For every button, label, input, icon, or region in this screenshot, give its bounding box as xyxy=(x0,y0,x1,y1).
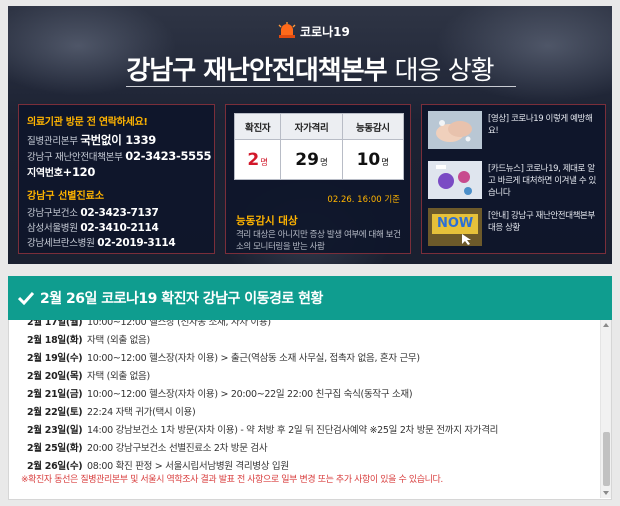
monitoring-header: 능동감시 xyxy=(341,113,405,140)
confirmed-count: 2명 xyxy=(233,139,282,180)
clinic-row: 삼성서울병원 02-3410-2114 xyxy=(27,221,206,236)
news-title: [영상] 코로나19 이렇게 예방해요! xyxy=(488,114,593,136)
list-item: 2월 19일(수) 10:00~12:00 헬스장(자차 이용) > 출근(역삼동… xyxy=(9,348,601,366)
route-list[interactable]: 2월 17일(월) 10:00~12:00 헬스장 (전자동 소재, 자차 이용)… xyxy=(9,320,601,470)
route-date: 2월 20일(목) xyxy=(27,371,83,382)
route-date: 2월 18일(화) xyxy=(27,335,83,346)
route-text: 자택 (외출 없음) xyxy=(87,371,150,382)
clinic-name: 강남구보건소 xyxy=(27,208,78,219)
title-light: 대응 상황 xyxy=(394,56,495,86)
now-thumb-icon: NOW xyxy=(428,208,482,246)
route-scrollbar[interactable] xyxy=(600,320,611,498)
title-underline xyxy=(126,86,516,87)
news-item[interactable]: [카드뉴스] 코로나19, 제대로 알고 바르게 대처하면 이겨낼 수 있습니다 xyxy=(428,161,600,201)
list-item: 2월 26일(수) 08:00 확진 판정 > 서울시립서남병원 격리병상 입원 xyxy=(9,456,601,470)
handwash-thumb-icon xyxy=(428,111,482,149)
scroll-thumb[interactable] xyxy=(603,432,610,486)
route-text: 22:24 자택 귀가(택시 이용) xyxy=(87,407,196,418)
news-item[interactable]: NOW [안내] 강남구 재난안전대책본부 대응 상황 xyxy=(428,208,600,248)
route-text: 자택 (외출 없음) xyxy=(87,335,150,346)
news-title: [안내] 강남구 재난안전대책본부 대응 상황 xyxy=(488,211,595,233)
route-title: 2월 26일 코로나19 확진자 강남구 이동경로 현황 xyxy=(40,291,323,307)
news-panel: [영상] 코로나19 이렇게 예방해요! [카드뉴스] 코로나19, 제대로 알… xyxy=(421,104,606,254)
list-item: 2월 21일(금) 10:00~12:00 헬스장(자차 이용) > 20:00~… xyxy=(9,384,601,402)
kcdc-row: 질병관리본부 국번없이 1339 xyxy=(27,133,206,149)
confirmed-header: 확진자 xyxy=(233,113,282,140)
list-item: 2월 17일(월) 10:00~12:00 헬스장 (전자동 소재, 자차 이용) xyxy=(9,320,601,330)
clinic-phone[interactable]: 02-2019-3114 xyxy=(97,237,175,249)
gangnam-label: 강남구 재난안전대책본부 xyxy=(27,152,123,163)
hero-banner: 코로나19 강남구 재난안전대책본부 대응 상황 의료기관 방문 전 연락하세요… xyxy=(8,6,612,264)
route-text: 10:00~12:00 헬스장(자차 이용) > 20:00~22일 22:00… xyxy=(87,389,413,400)
clinic-phone[interactable]: 02-3410-2114 xyxy=(80,222,158,234)
news-item[interactable]: [영상] 코로나19 이렇게 예방해요! xyxy=(428,111,600,151)
list-item: 2월 23일(일) 14:00 강남보건소 1차 방문(자차 이용) - 약 처방… xyxy=(9,420,601,438)
route-date: 2월 26일(수) xyxy=(27,461,83,470)
clinic-phone[interactable]: 02-3423-7137 xyxy=(80,207,158,219)
route-text: 14:00 강남보건소 1차 방문(자차 이용) - 약 처방 후 2일 뒤 진… xyxy=(87,425,499,436)
area-label: 지역번호 xyxy=(27,168,63,179)
monitor-title: 능동감시 대상 xyxy=(236,215,298,227)
kcdc-label: 질병관리본부 xyxy=(27,136,78,147)
route-date: 2월 21일(금) xyxy=(27,389,83,400)
now-thumb-label: NOW xyxy=(437,216,474,231)
gangnam-row: 강남구 재난안전대책본부 02-3423-5555 xyxy=(27,149,212,165)
hero-badge: 코로나19 xyxy=(300,25,350,39)
route-text: 10:00~12:00 헬스장 (전자동 소재, 자차 이용) xyxy=(87,320,271,328)
title-bold: 강남구 재난안전대책본부 xyxy=(126,56,387,86)
stats-panel: 확진자 자가격리 능동감시 2명 29명 10명 02.26. 16:00 기준… xyxy=(225,104,411,254)
list-item: 2월 20일(목) 자택 (외출 없음) xyxy=(9,366,601,384)
kcdc-phone[interactable]: 국번없이 1339 xyxy=(80,133,156,147)
quarantine-header: 자가격리 xyxy=(280,113,343,140)
clinic-row: 강남세브란스병원 02-2019-3114 xyxy=(27,236,206,251)
virus-thumb-icon xyxy=(428,161,482,199)
as-of-timestamp: 02.26. 16:00 기준 xyxy=(327,195,400,205)
scroll-up-icon[interactable] xyxy=(603,323,609,327)
route-text: 20:00 강남구보건소 선별진료소 2차 방문 검사 xyxy=(87,443,268,454)
route-header: 2월 26일 코로나19 확진자 강남구 이동경로 현황 xyxy=(8,276,612,320)
area-code: +120 xyxy=(62,165,96,179)
siren-icon xyxy=(278,22,296,38)
route-date: 2월 25일(화) xyxy=(27,443,83,454)
route-notice: ※확진자 동선은 질병관리본부 및 서울시 역학조사 결과 발표 전 사항으로 … xyxy=(21,475,443,485)
gangnam-phone[interactable]: 02-3423-5555 xyxy=(125,149,211,163)
scroll-down-icon[interactable] xyxy=(603,491,609,495)
route-date: 2월 19일(수) xyxy=(27,353,83,364)
page-title: 강남구 재난안전대책본부 대응 상황 xyxy=(8,50,612,87)
clinic-row: 강남구보건소 02-3423-7137 xyxy=(27,206,206,221)
clinic-name: 삼성서울병원 xyxy=(27,223,78,234)
route-text: 10:00~12:00 헬스장(자차 이용) > 출근(역삼동 소재 사무실, … xyxy=(87,353,420,364)
route-date: 2월 22일(토) xyxy=(27,407,83,418)
monitor-description: 격리 대상은 아니지만 증상 발생 여부에 대해 보건소의 모니터링을 받는 사… xyxy=(236,230,401,252)
list-item: 2월 22일(토) 22:24 자택 귀가(택시 이용) xyxy=(9,402,601,420)
contact-heading: 의료기관 방문 전 연락하세요! xyxy=(27,117,148,128)
list-item: 2월 18일(화) 자택 (외출 없음) xyxy=(9,330,601,348)
contact-panel: 의료기관 방문 전 연락하세요! 질병관리본부 국번없이 1339 강남구 재난… xyxy=(18,104,215,254)
route-date: 2월 17일(월) xyxy=(27,320,83,328)
clinic-name: 강남세브란스병원 xyxy=(27,238,95,249)
monitoring-count: 10명 xyxy=(341,139,405,180)
route-text: 08:00 확진 판정 > 서울시립서남병원 격리병상 입원 xyxy=(87,461,289,470)
news-title: [카드뉴스] 코로나19, 제대로 알고 바르게 대처하면 이겨낼 수 있습니다 xyxy=(488,164,596,198)
quarantine-count: 29명 xyxy=(280,139,343,180)
list-item: 2월 25일(화) 20:00 강남구보건소 선별진료소 2차 방문 검사 xyxy=(9,438,601,456)
route-date: 2월 23일(일) xyxy=(27,425,83,436)
area-row: 지역번호+120 xyxy=(27,165,206,181)
stats-table: 확진자 자가격리 능동감시 2명 29명 10명 xyxy=(233,113,405,180)
check-icon xyxy=(18,291,34,305)
route-panel: 2월 17일(월) 10:00~12:00 헬스장 (전자동 소재, 자차 이용)… xyxy=(8,320,612,500)
clinic-heading: 강남구 선별진료소 xyxy=(27,191,105,202)
